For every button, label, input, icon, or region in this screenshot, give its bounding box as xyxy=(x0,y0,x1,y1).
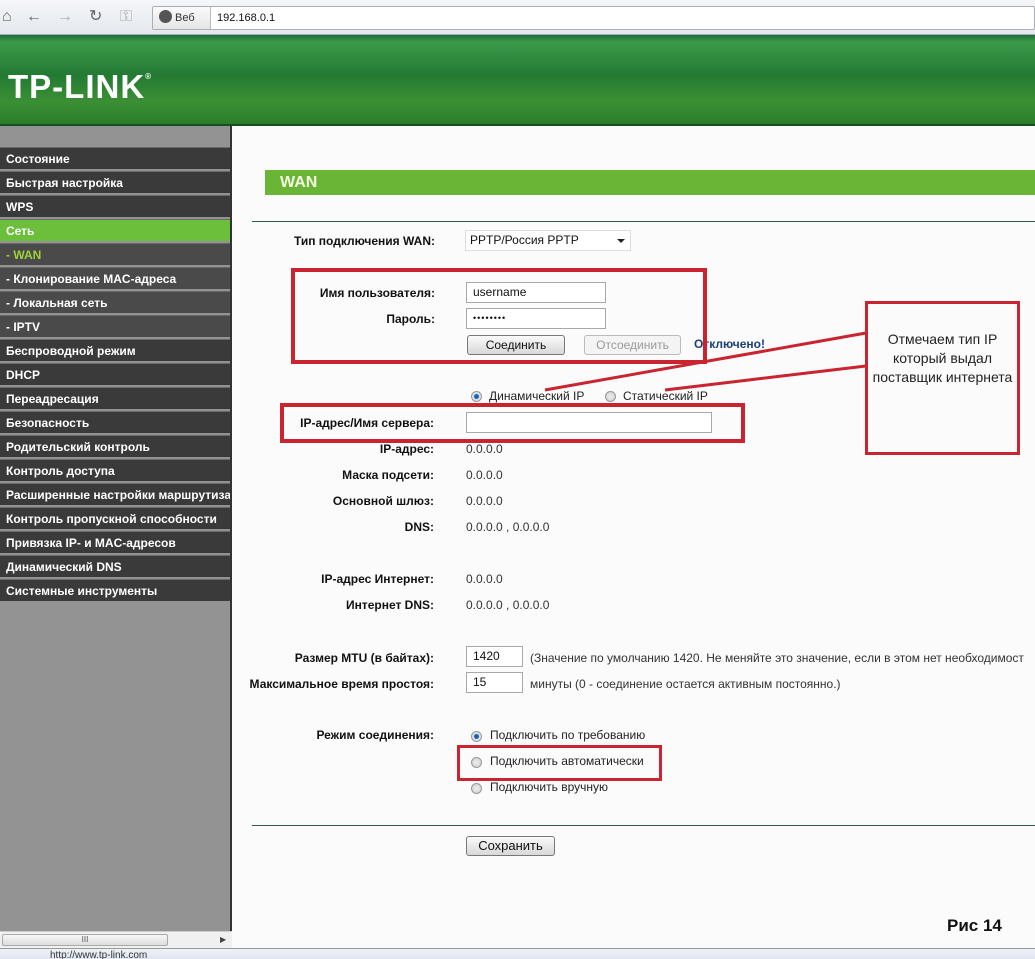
mode-on-demand-label: Подключить по требованию xyxy=(490,728,646,742)
chevron-down-icon xyxy=(617,239,625,243)
internet-ip-value: 0.0.0.0 xyxy=(466,572,503,586)
wan-type-select[interactable]: PPTP/Россия PPTP xyxy=(465,230,631,251)
mtu-label: Размер MTU (в байтах): xyxy=(294,651,434,665)
sidebar-item-wps[interactable]: WPS xyxy=(0,195,230,217)
tp-link-logo: TP-LINK® xyxy=(8,68,153,105)
sidebar-item-system-tools[interactable]: Системные инструменты xyxy=(0,579,230,601)
web-label: Веб xyxy=(175,12,195,24)
key-icon[interactable]: ⚿ xyxy=(120,8,132,26)
connection-mode-label: Режим соединения: xyxy=(316,728,434,742)
mtu-hint: (Значение по умолчанию 1420. Не меняйте … xyxy=(530,651,1024,665)
wan-type-label: Тип подключения WAN: xyxy=(293,234,435,248)
sidebar-item-iptv[interactable]: - IPTV xyxy=(0,315,230,337)
dynamic-ip-radio[interactable] xyxy=(471,391,482,402)
subnet-mask-label: Маска подсети: xyxy=(342,468,434,482)
sidebar-item-network[interactable]: Сеть xyxy=(0,219,230,241)
sidebar-item-parental-control[interactable]: Родительский контроль xyxy=(0,435,230,457)
sidebar-item-ddns[interactable]: Динамический DNS xyxy=(0,555,230,577)
annotation-callout: Отмечаем тип IP который выдал поставщик … xyxy=(865,301,1020,455)
internet-dns-label: Интернет DNS: xyxy=(345,598,434,612)
back-icon[interactable]: ← xyxy=(26,8,42,26)
reload-icon[interactable]: ↻ xyxy=(89,8,102,26)
sidebar-item-wan[interactable]: - WAN xyxy=(0,243,230,265)
sidebar-item-ip-mac-binding[interactable]: Привязка IP- и MAC-адресов xyxy=(0,531,230,553)
mode-on-demand-radio[interactable] xyxy=(471,731,482,742)
divider xyxy=(252,221,1035,222)
tp-link-header: TP-LINK® xyxy=(0,35,1035,126)
mtu-input[interactable]: 1420 xyxy=(466,646,523,667)
idle-time-hint: минуты (0 - соединение остается активным… xyxy=(530,677,841,691)
internet-dns-value: 0.0.0.0 , 0.0.0.0 xyxy=(466,598,550,612)
sidebar-item-forwarding[interactable]: Переадресация xyxy=(0,387,230,409)
forward-icon[interactable]: → xyxy=(57,8,73,26)
dns-value: 0.0.0.0 , 0.0.0.0 xyxy=(466,520,550,534)
sidebar-item-security[interactable]: Безопасность xyxy=(0,411,230,433)
browser-status-bar: http://www.tp-link.com xyxy=(0,948,1035,959)
figure-label: Рис 14 xyxy=(947,916,1002,935)
mode-manual-radio[interactable] xyxy=(471,783,482,794)
ip-address-value: 0.0.0.0 xyxy=(466,442,503,456)
annotation-box-server xyxy=(280,403,745,443)
sidebar-horizontal-scrollbar[interactable]: III ▶ xyxy=(0,931,232,948)
status-url: http://www.tp-link.com xyxy=(50,950,148,959)
gateway-value: 0.0.0.0 xyxy=(466,494,503,508)
gateway-label: Основной шлюз: xyxy=(332,494,434,508)
sidebar-item-bandwidth-control[interactable]: Контроль пропускной способности xyxy=(0,507,230,529)
dns-label: DNS: xyxy=(404,520,434,534)
web-badge[interactable]: Веб xyxy=(153,7,211,29)
annotation-box-credentials xyxy=(291,268,707,364)
dynamic-ip-label: Динамический IP xyxy=(489,389,585,403)
scroll-right-arrow-icon[interactable]: ▶ xyxy=(220,935,226,944)
static-ip-label: Статический IP xyxy=(623,389,708,403)
wan-type-value: PPTP/Россия PPTP xyxy=(470,233,579,247)
sidebar-item-wireless[interactable]: Беспроводной режим xyxy=(0,339,230,361)
section-title: WAN xyxy=(265,170,1035,195)
divider-bottom xyxy=(252,825,1035,826)
annotation-box-auto-mode xyxy=(457,745,662,781)
ip-address-label: IP-адрес: xyxy=(379,442,434,456)
static-ip-radio[interactable] xyxy=(605,391,616,402)
save-button[interactable]: Сохранить xyxy=(466,836,555,856)
globe-icon xyxy=(159,10,172,23)
sidebar-menu: Состояние Быстрая настройка WPS Сеть - W… xyxy=(0,126,232,933)
sidebar-item-status[interactable]: Состояние xyxy=(0,147,230,169)
sidebar-item-advanced-routing[interactable]: Расширенные настройки маршрутизатора xyxy=(0,483,230,505)
subnet-mask-value: 0.0.0.0 xyxy=(466,468,503,482)
home-icon[interactable]: ⌂ xyxy=(2,8,12,26)
idle-time-label: Максимальное время простоя: xyxy=(249,677,434,691)
idle-time-input[interactable]: 15 xyxy=(466,672,523,693)
address-bar[interactable]: Веб 192.168.0.1 xyxy=(152,6,1035,30)
sidebar-item-mac-clone[interactable]: - Клонирование MAC-адреса xyxy=(0,267,230,289)
main-content: WAN Тип подключения WAN: PPTP/Россия PPT… xyxy=(234,126,1035,948)
sidebar-item-access-control[interactable]: Контроль доступа xyxy=(0,459,230,481)
mode-manual-label: Подключить вручную xyxy=(490,780,608,794)
sidebar-item-quick-setup[interactable]: Быстрая настройка xyxy=(0,171,230,193)
url-text[interactable]: 192.168.0.1 xyxy=(217,7,275,29)
sidebar-item-lan[interactable]: - Локальная сеть xyxy=(0,291,230,313)
browser-toolbar: ⌂ ← → ↻ ⚿ Веб 192.168.0.1 xyxy=(0,0,1035,35)
internet-ip-label: IP-адрес Интернет: xyxy=(321,572,434,586)
sidebar-item-dhcp[interactable]: DHCP xyxy=(0,363,230,385)
scrollbar-thumb[interactable]: III xyxy=(2,934,168,946)
